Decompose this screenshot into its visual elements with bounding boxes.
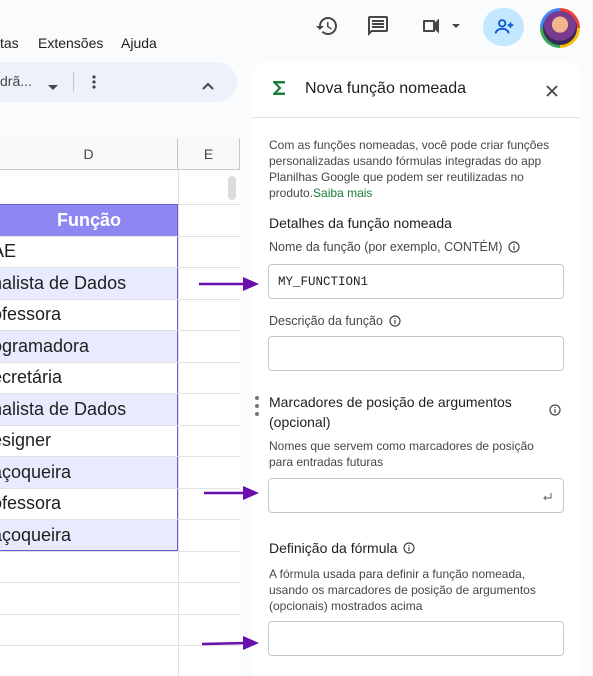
table-row[interactable]: ecretária [0,362,178,393]
table-row[interactable]: esigner [0,425,178,456]
collapse-chevron-up-icon[interactable] [202,77,214,95]
cell-text: ogramadora [0,336,90,356]
grid-line [0,519,240,520]
function-name-value: MY_FUNCTION1 [278,274,369,289]
column-divider [178,170,179,676]
grid-line [0,330,240,331]
more-vert-icon[interactable] [90,74,98,95]
intro-body: Com as funções nomeadas, você pode criar… [269,138,550,200]
sigma-icon [272,80,286,101]
meet-icon[interactable] [418,10,464,42]
menu-item-extensoes[interactable]: Extensões [38,35,103,51]
description-label: Descrição da função [269,314,383,328]
formula-help-text: A fórmula usada para definir a função no… [269,567,536,613]
enter-icon [541,490,553,508]
intro-text: Com as funções nomeadas, você pode criar… [269,137,559,201]
info-icon[interactable] [508,241,521,253]
args-input[interactable] [268,478,564,513]
comment-icon[interactable] [362,10,394,42]
table-row[interactable]: ofessora [0,488,178,519]
function-name-label: Nome da função (por exemplo, CONTÉM) [269,240,503,254]
vertical-scrollbar[interactable] [228,176,236,200]
description-input[interactable] [268,336,564,371]
panel-title: Nova função nomeada [305,80,466,97]
dropdown-arrow-icon[interactable] [48,78,58,96]
learn-more-link[interactable]: Saiba mais [313,186,372,200]
function-name-label-row: Nome da função (por exemplo, CONTÉM) [269,240,521,254]
cell-text: açoqueira [0,462,72,482]
formula-heading-row: Definição da fórmula [269,540,416,556]
grid-line [0,267,240,268]
drag-handle-icon[interactable] [254,395,260,422]
annotation-arrow-icon [201,636,259,650]
grid-line [0,456,240,457]
annotation-arrow-icon [199,277,259,291]
table-row[interactable]: AE [0,236,178,267]
table-row[interactable]: ofessora [0,299,178,330]
function-name-input[interactable]: MY_FUNCTION1 [268,264,564,299]
cell-text: AE [0,241,17,261]
grid-line [0,582,240,583]
cell-text: ofessora [0,493,62,513]
column-header-e[interactable]: E [178,138,240,170]
table-header-cell[interactable]: Função [0,205,178,236]
table-row[interactable]: açoqueira [0,457,178,488]
table-row[interactable]: açoqueira [0,520,178,551]
table-row[interactable]: nalista de Dados [0,394,178,425]
annotation-arrow-icon [204,486,259,500]
cell-text: ecretária [0,367,63,387]
details-heading: Detalhes da função nomeada [269,215,452,231]
cell-text: ofessora [0,304,62,324]
cell-text: açoqueira [0,525,72,545]
style-dropdown-value[interactable]: drã... [0,73,32,89]
grid-line [0,551,240,552]
spreadsheet-grid[interactable]: D E Função AE nalista de Dados ofessora … [0,138,240,676]
table-row[interactable]: nalista de Dados [0,268,178,299]
column-header-d[interactable]: D [0,138,178,170]
args-heading: Marcadores de posição de argumentos (opc… [269,394,512,430]
cell-text: esigner [0,430,52,450]
description-label-row: Descrição da função [269,314,401,328]
grid-line [0,236,240,237]
formula-heading: Definição da fórmula [269,540,398,556]
menu-item-ferramentas[interactable]: tas [0,35,19,51]
table-row[interactable]: ogramadora [0,331,178,362]
cell-text: nalista de Dados [0,399,127,419]
args-help-text: Nomes que servem como marcadores de posi… [269,439,534,469]
grid-line [0,614,240,615]
history-icon[interactable] [311,10,343,42]
cell-text: nalista de Dados [0,273,127,293]
toolbar-divider [73,72,74,92]
formula-input[interactable] [268,621,564,656]
avatar[interactable] [540,8,580,48]
share-add-person-icon[interactable] [483,8,524,46]
grid-line [0,299,240,300]
grid-line [0,425,240,426]
panel-divider [253,117,580,118]
info-icon[interactable] [389,315,401,327]
menu-item-ajuda[interactable]: Ajuda [121,35,157,51]
info-icon[interactable] [549,403,561,421]
grid-line [0,393,240,394]
close-icon[interactable] [546,84,558,102]
grid-line [0,362,240,363]
info-icon[interactable] [403,542,416,554]
